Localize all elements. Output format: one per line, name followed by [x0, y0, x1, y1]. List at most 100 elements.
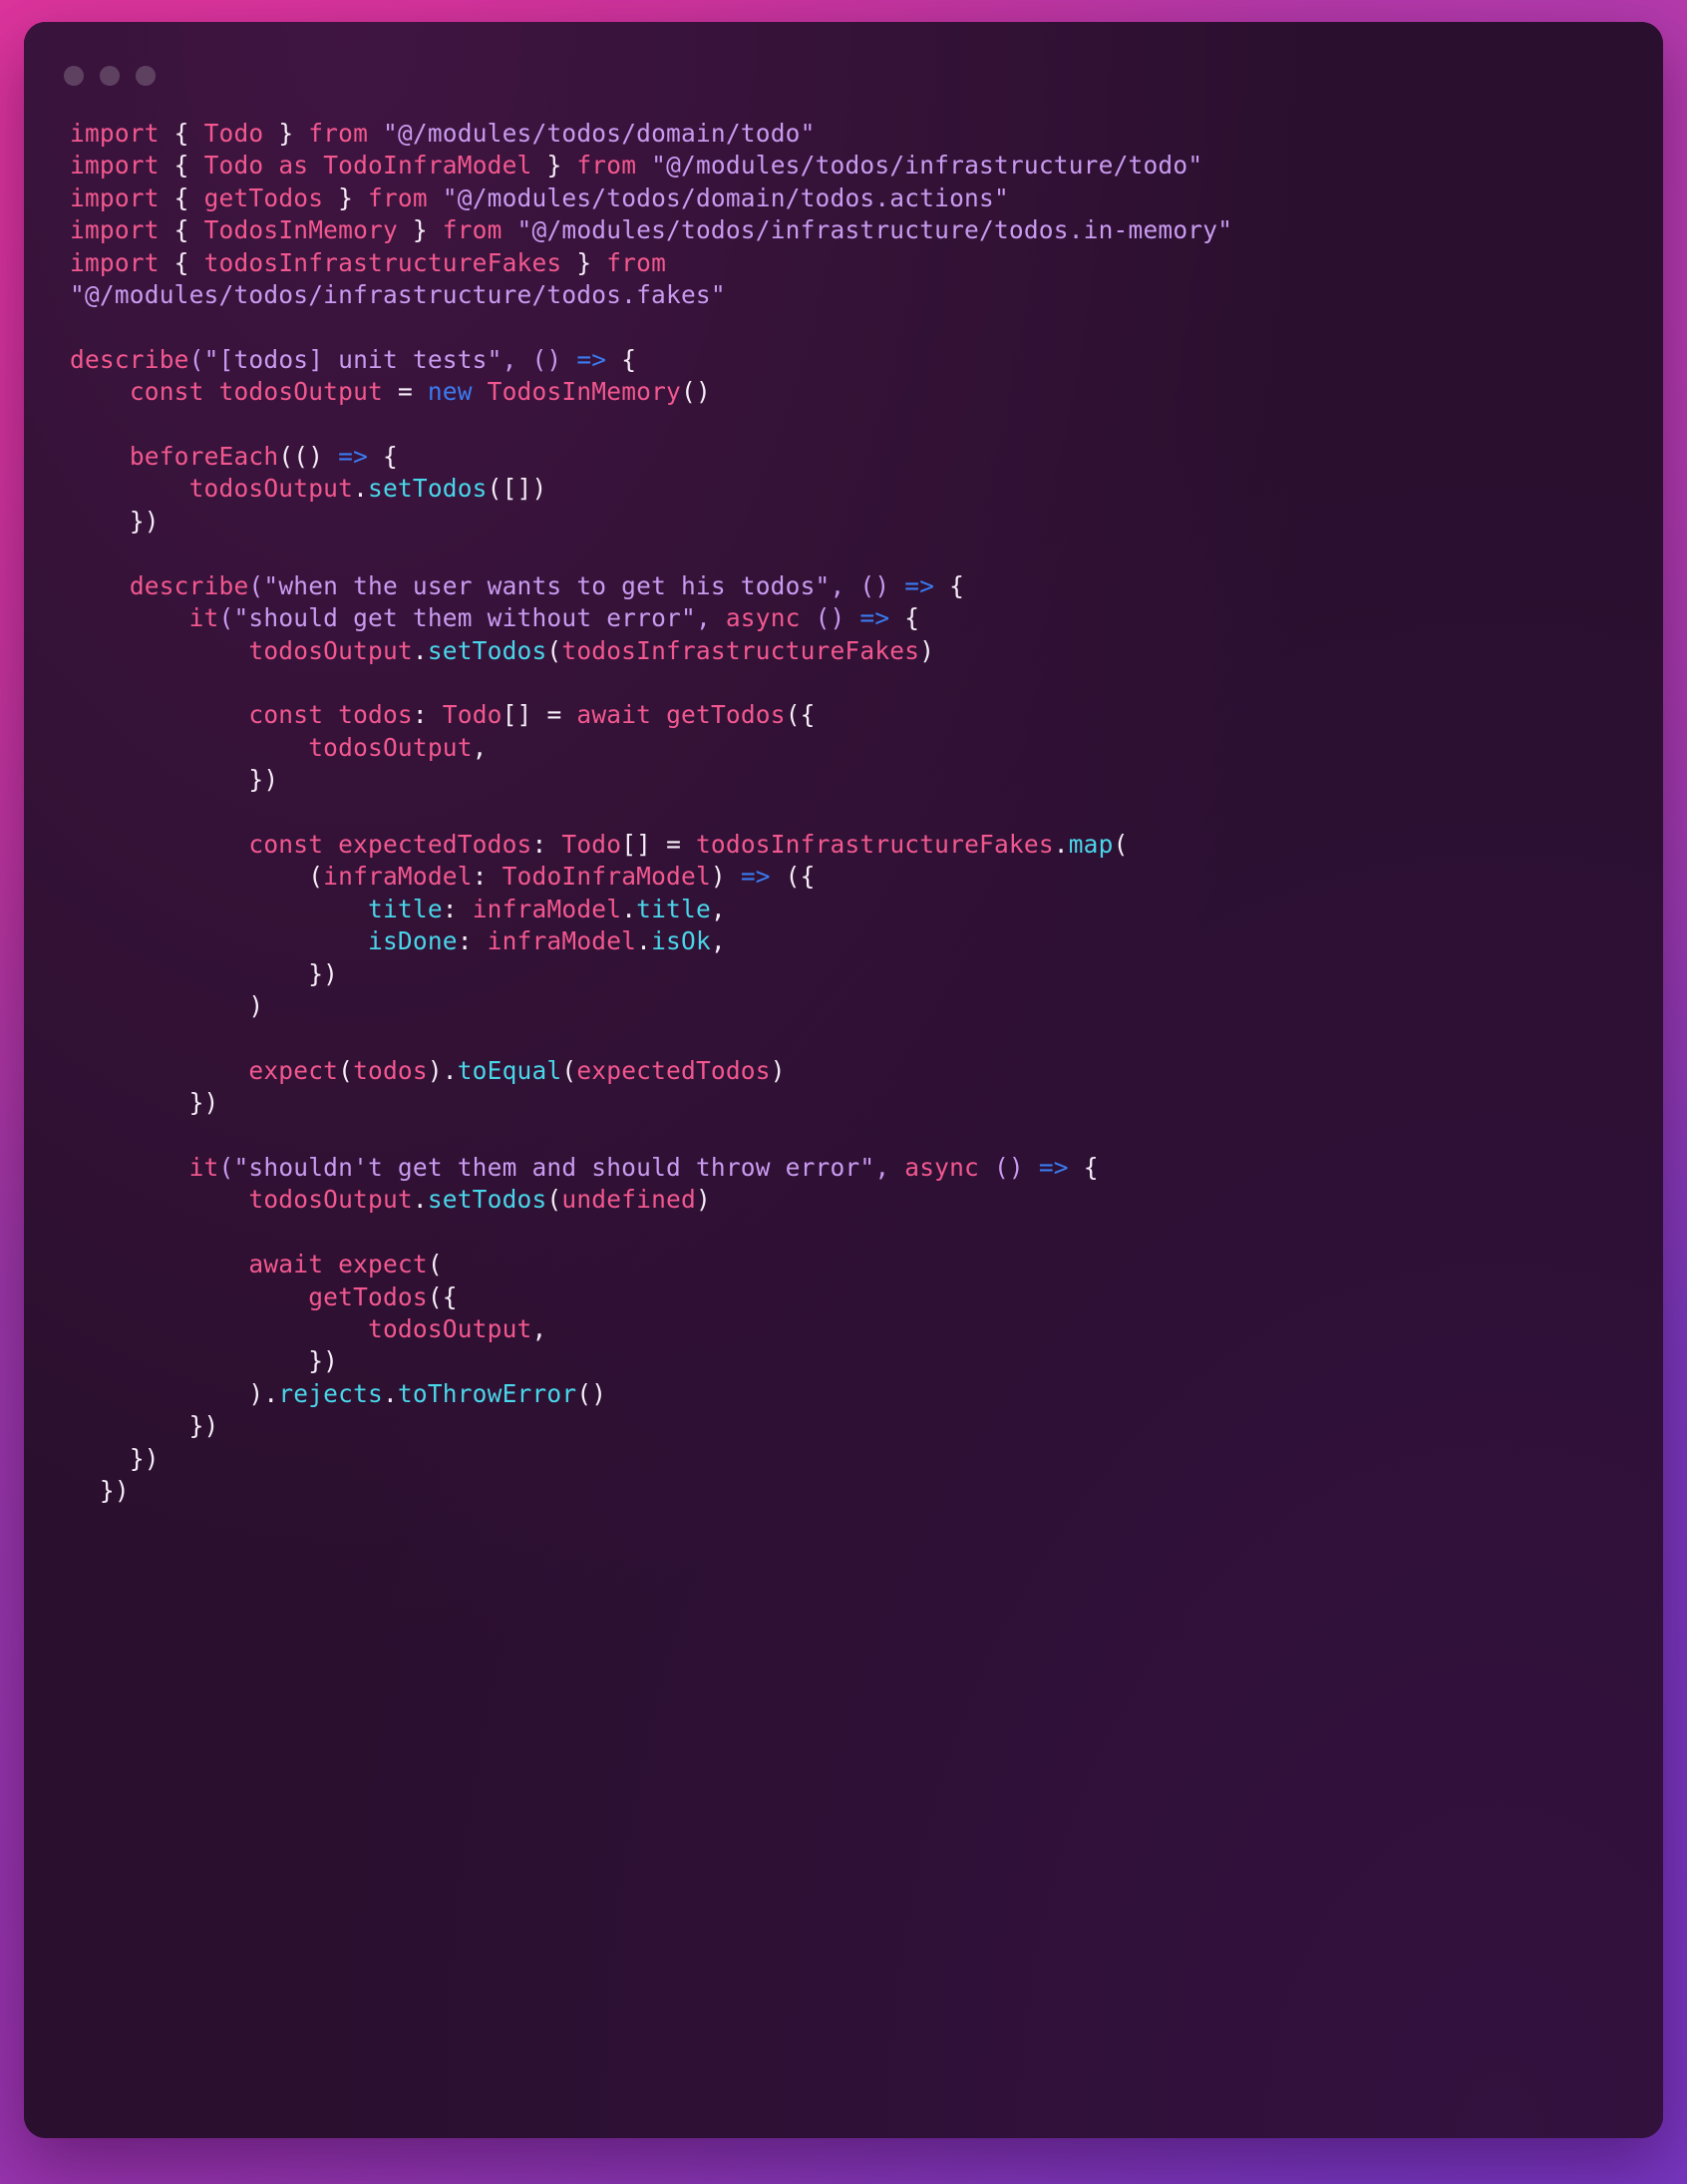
code-token: (	[1113, 829, 1129, 859]
code-line: const todosOutput = new TodosInMemory()	[70, 376, 1643, 408]
code-token: (	[561, 1055, 577, 1085]
code-line: todosOutput,	[70, 732, 1643, 764]
code-line: })	[70, 958, 1643, 990]
code-token: todosOutput	[188, 474, 354, 504]
code-token: from	[368, 182, 428, 212]
code-token: })	[188, 1088, 219, 1118]
code-token: ({	[785, 862, 816, 892]
code-line: (infraModel: TodoInfraModel) => ({	[70, 861, 1643, 893]
code-token: {	[173, 119, 189, 148]
code-token: .	[1053, 829, 1069, 859]
code-token: ,	[531, 1314, 547, 1344]
code-token: beforeEach	[129, 442, 279, 472]
code-token: .	[382, 1378, 398, 1408]
code-token: }	[546, 151, 562, 181]
maximize-dot-icon[interactable]	[136, 66, 156, 86]
code-token: isOk	[651, 926, 711, 956]
code-token: TodosInMemory	[487, 377, 682, 407]
code-token: )	[248, 990, 264, 1020]
code-line: "@/modules/todos/infrastructure/todos.fa…	[70, 279, 1643, 311]
code-token: {	[949, 570, 965, 600]
code-token: import	[70, 247, 160, 277]
code-token: ,	[874, 1153, 905, 1182]
code-token: new	[427, 377, 473, 407]
code-token: import	[70, 182, 160, 212]
code-token: "shouldn't get them and should throw err…	[233, 1153, 875, 1182]
code-token: title	[368, 894, 443, 923]
code-token: import	[70, 215, 160, 245]
code-token: setTodos	[427, 635, 547, 665]
code-token: :	[531, 829, 562, 859]
code-token: infraModel	[472, 894, 622, 923]
code-token: .	[412, 1185, 428, 1215]
code-token: infraModel	[323, 862, 473, 892]
code-line: })	[70, 506, 1643, 538]
code-token: toEqual	[457, 1055, 562, 1085]
code-token: todosOutput	[248, 635, 413, 665]
code-line: describe("[todos] unit tests", () => {	[70, 344, 1643, 376]
code-token: isDone	[368, 926, 458, 956]
code-token: todosOutput	[308, 732, 473, 762]
code-token: from	[576, 151, 637, 181]
code-token: }	[412, 215, 428, 245]
code-token: expectedTodos	[576, 1055, 771, 1085]
code-token: })	[129, 1443, 160, 1473]
code-token: {	[173, 247, 189, 277]
close-dot-icon[interactable]	[64, 66, 84, 86]
code-token: "should get them without error"	[233, 603, 696, 633]
code-window-surface: import { Todo } from "@/modules/todos/do…	[24, 22, 1663, 2138]
code-line: beforeEach(() => {	[70, 441, 1643, 473]
code-line: await expect(	[70, 1249, 1643, 1280]
code-token: todosOutput	[218, 377, 383, 407]
code-token: import	[70, 151, 160, 181]
minimize-dot-icon[interactable]	[100, 66, 120, 86]
code-token: TodoInfraModel	[502, 862, 711, 892]
code-token: (	[546, 1185, 562, 1215]
code-token: ,	[695, 603, 726, 633]
code-token: "when the user wants to get his todos"	[263, 570, 831, 600]
code-line: })	[70, 764, 1643, 796]
code-token: })	[248, 765, 279, 795]
code-token: Todo	[203, 119, 264, 148]
code-token: )	[248, 1378, 264, 1408]
code-token: todosInfrastructureFakes	[561, 635, 920, 665]
code-token: getTodos	[308, 1281, 428, 1311]
code-token: todos	[338, 700, 413, 730]
code-token: )	[710, 862, 726, 892]
code-token: ,	[710, 894, 726, 923]
code-token: async	[725, 603, 801, 633]
code-line: })	[70, 1410, 1643, 1442]
code-line: todosOutput.setTodos([])	[70, 473, 1643, 505]
code-token: )	[770, 1055, 786, 1085]
